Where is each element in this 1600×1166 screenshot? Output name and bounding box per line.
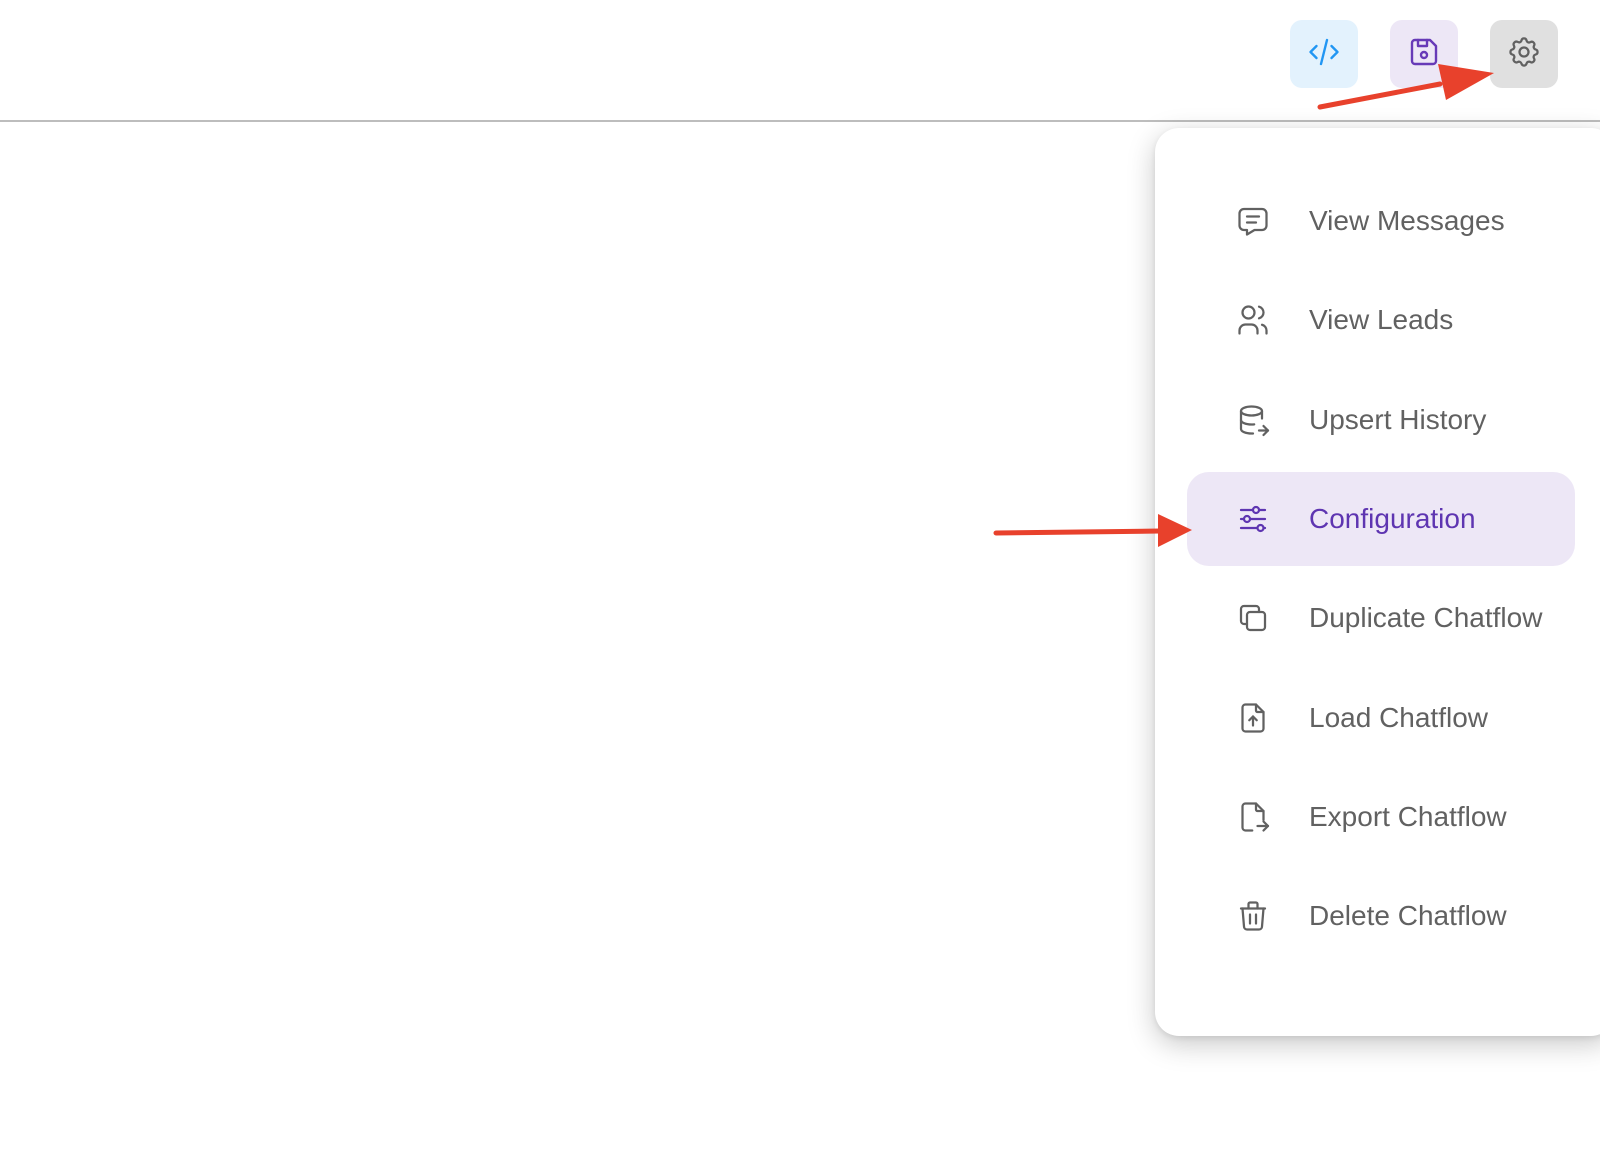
trash-icon <box>1235 898 1271 934</box>
settings-menu: View Messages View Leads Upsert History <box>1155 128 1600 1036</box>
database-export-icon <box>1235 402 1271 438</box>
settings-button[interactable] <box>1490 20 1558 88</box>
save-button[interactable] <box>1390 20 1458 88</box>
menu-item-configuration[interactable]: Configuration <box>1187 472 1575 566</box>
menu-item-label: Duplicate Chatflow <box>1309 602 1543 633</box>
users-icon <box>1235 302 1271 338</box>
menu-item-label: Export Chatflow <box>1309 801 1507 832</box>
menu-item-label: Upsert History <box>1309 404 1487 435</box>
menu-item-label: Configuration <box>1309 503 1476 534</box>
menu-item-label: View Messages <box>1309 205 1505 236</box>
file-export-icon <box>1235 799 1271 835</box>
menu-item-load-chatflow[interactable]: Load Chatflow <box>1187 671 1575 765</box>
menu-item-export-chatflow[interactable]: Export Chatflow <box>1187 770 1575 864</box>
canvas-header <box>0 0 1600 122</box>
api-code-button[interactable] <box>1290 20 1358 88</box>
menu-item-label: Load Chatflow <box>1309 702 1489 733</box>
menu-item-delete-chatflow[interactable]: Delete Chatflow <box>1187 869 1575 963</box>
copy-icon <box>1235 600 1271 636</box>
file-upload-icon <box>1235 700 1271 736</box>
code-icon <box>1306 34 1342 75</box>
gear-icon <box>1506 34 1542 75</box>
save-icon <box>1406 34 1442 75</box>
menu-item-upsert-history[interactable]: Upsert History <box>1187 373 1575 467</box>
menu-item-view-leads[interactable]: View Leads <box>1187 273 1575 367</box>
menu-item-label: Delete Chatflow <box>1309 900 1507 931</box>
message-icon <box>1235 203 1271 239</box>
menu-item-duplicate-chatflow[interactable]: Duplicate Chatflow <box>1187 571 1575 665</box>
menu-item-view-messages[interactable]: View Messages <box>1187 174 1575 268</box>
adjustments-icon <box>1235 501 1271 537</box>
menu-item-label: View Leads <box>1309 304 1454 335</box>
